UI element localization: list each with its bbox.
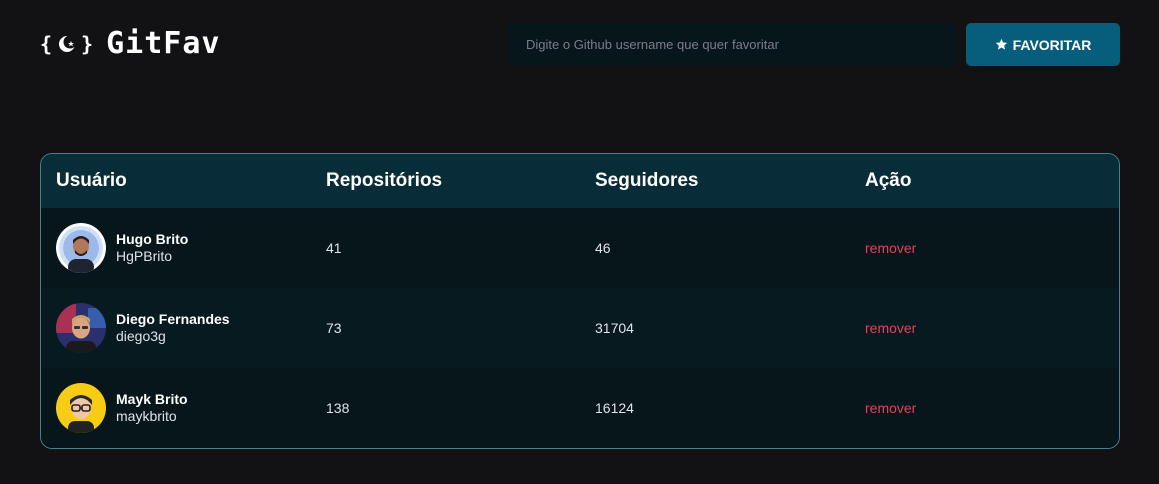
user-cell: Mayk Brito maykbrito [56, 383, 188, 433]
remove-button[interactable]: remover [865, 320, 916, 336]
logo-brace-open: { [40, 31, 54, 56]
remove-button[interactable]: remover [865, 240, 916, 256]
avatar [56, 383, 106, 433]
user-info: Diego Fernandes diego3g [116, 311, 230, 345]
favorite-button[interactable]: FAVORITAR [966, 23, 1120, 66]
logo-mark: { } [40, 32, 94, 56]
table-row: Diego Fernandes diego3g 73 31704 remover [41, 288, 1119, 368]
repositories-count: 73 [326, 320, 342, 336]
app: { } GitFav FAVORITAR Usuário Repositório… [0, 0, 1159, 484]
user-name: Hugo Brito [116, 231, 189, 247]
column-header-repositories: Repositórios [326, 170, 443, 191]
username-search-input[interactable] [508, 23, 956, 66]
star-icon [995, 38, 1007, 50]
followers-count: 31704 [595, 320, 634, 336]
table-header: Usuário Repositórios Seguidores Ação [41, 154, 1119, 208]
repositories-count: 41 [326, 240, 342, 256]
favorites-table: Usuário Repositórios Seguidores Ação Hug… [40, 153, 1120, 449]
favorite-button-label: FAVORITAR [1012, 36, 1092, 53]
column-header-action: Ação [865, 170, 912, 191]
user-login: maykbrito [116, 408, 177, 424]
table-row: Hugo Brito HgPBrito 41 46 remover [41, 208, 1119, 288]
logo: { } GitFav [40, 26, 220, 61]
user-cell: Hugo Brito HgPBrito [56, 223, 188, 273]
moon-star-icon [56, 33, 78, 55]
avatar [56, 223, 106, 273]
remove-button[interactable]: remover [865, 400, 916, 416]
followers-count: 46 [595, 240, 611, 256]
user-login: diego3g [116, 328, 166, 344]
app-name: GitFav [106, 26, 221, 61]
column-header-followers: Seguidores [595, 170, 699, 191]
avatar [56, 303, 106, 353]
user-name: Mayk Brito [116, 391, 188, 407]
user-login: HgPBrito [116, 248, 173, 264]
repositories-count: 138 [326, 400, 350, 416]
user-cell: Diego Fernandes diego3g [56, 303, 230, 353]
user-info: Hugo Brito HgPBrito [116, 231, 188, 265]
table-row: Mayk Brito maykbrito 138 16124 remover [41, 368, 1119, 448]
logo-brace-close: } [81, 31, 95, 56]
user-info: Mayk Brito maykbrito [116, 391, 188, 425]
user-name: Diego Fernandes [116, 311, 230, 327]
followers-count: 16124 [595, 400, 634, 416]
column-header-user: Usuário [56, 170, 127, 191]
